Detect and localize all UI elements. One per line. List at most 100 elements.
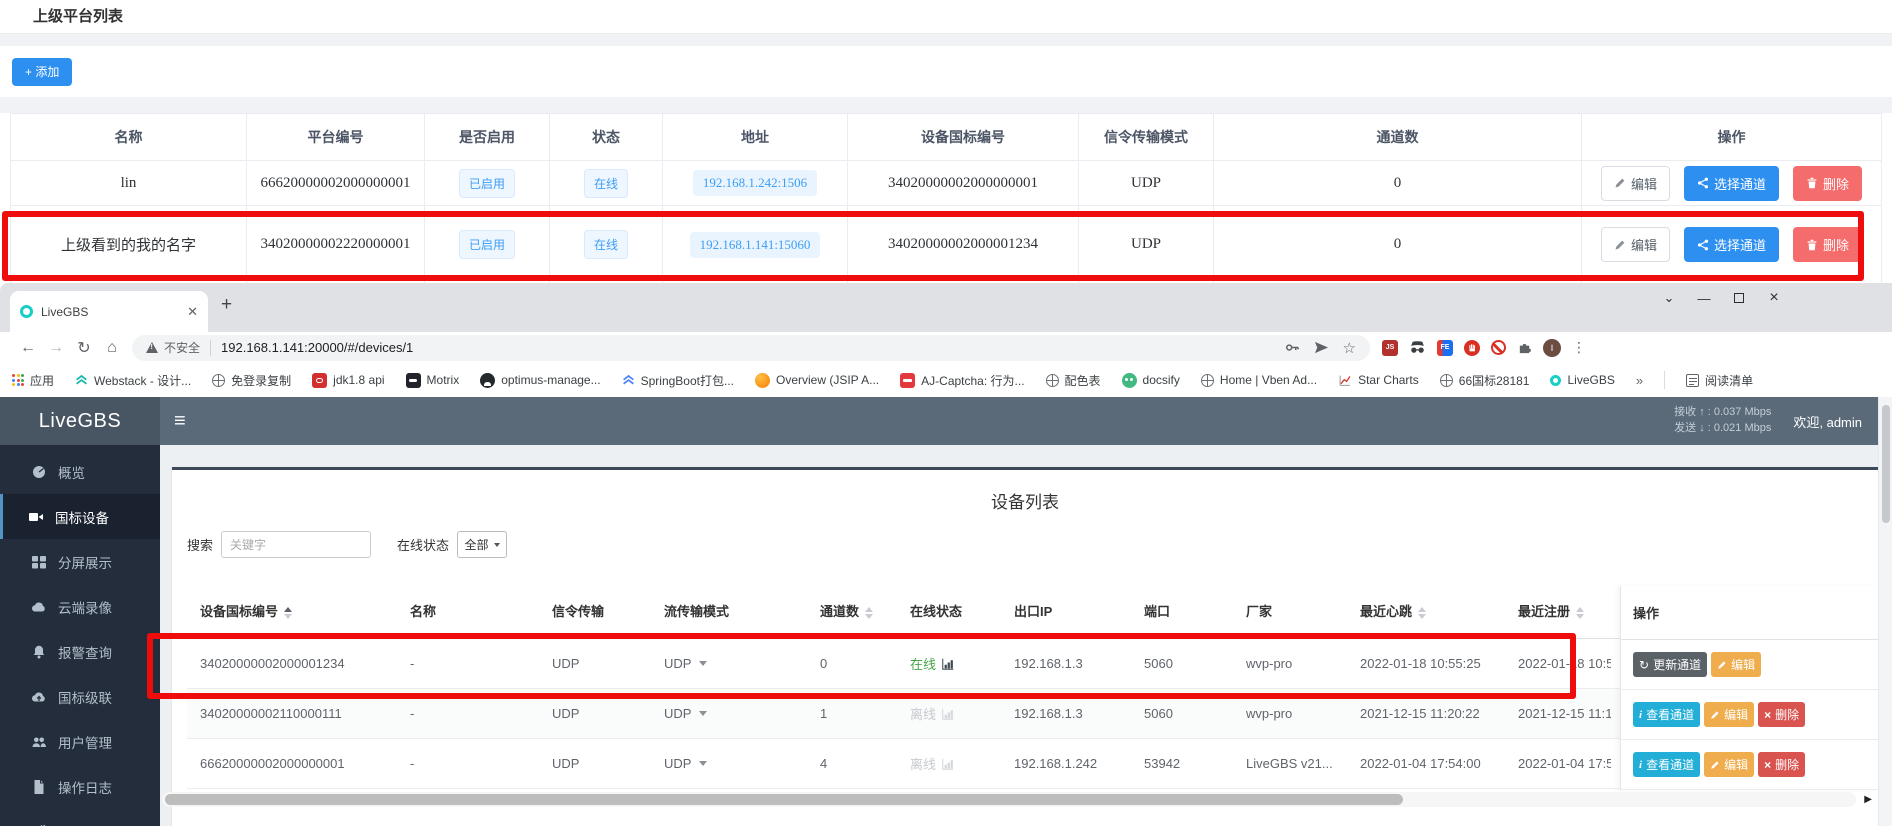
- browser-tab[interactable]: LiveGBS ✕: [10, 291, 208, 332]
- bar-chart-icon[interactable]: [942, 758, 954, 770]
- device-row: 34020000002110000111 - UDP UDP 1 离线 192.…: [187, 688, 1863, 738]
- pencil-icon: [1614, 239, 1626, 251]
- sidebar-item-overview[interactable]: 概览: [0, 449, 160, 494]
- edit-button[interactable]: 编辑: [1601, 227, 1670, 262]
- scrollbar-thumb[interactable]: [1882, 405, 1890, 523]
- back-icon[interactable]: ←: [14, 339, 42, 357]
- bookmark-github[interactable]: optimus-manage...: [480, 373, 600, 388]
- sidebar-item-operation-log[interactable]: 操作日志: [0, 764, 160, 809]
- search-input[interactable]: [221, 531, 371, 558]
- bookmark-overview-jsip[interactable]: Overview (JSIP A...: [755, 373, 879, 388]
- bookmark-springboot[interactable]: SpringBoot打包...: [622, 372, 734, 389]
- reading-list-button[interactable]: 阅读清单: [1686, 372, 1753, 389]
- toolbar: + 添加: [0, 46, 1892, 97]
- view-channels-button[interactable]: i查看通道: [1633, 702, 1700, 727]
- edit-button[interactable]: 编辑: [1704, 702, 1754, 727]
- apps-grid-icon: [12, 374, 24, 386]
- online-status-label: 在线状态: [397, 535, 449, 554]
- scrollbar-thumb[interactable]: [165, 794, 1403, 805]
- address-bar[interactable]: 不安全 192.168.1.141:20000/#/devices/1 ☆: [132, 335, 1370, 361]
- forward-icon[interactable]: →: [42, 339, 70, 357]
- delete-button[interactable]: 删除: [1793, 227, 1862, 262]
- vertical-scrollbar[interactable]: [1878, 397, 1892, 826]
- col-registered-sortable[interactable]: 最近注册: [1505, 584, 1611, 638]
- horizontal-scrollbar[interactable]: [162, 792, 1856, 807]
- col-device-id-sortable[interactable]: 设备国标编号: [187, 584, 397, 638]
- bookmark-vben[interactable]: Home | Vben Ad...: [1201, 373, 1317, 387]
- sidebar-toggle-icon[interactable]: ≡: [174, 397, 186, 445]
- online-status-select[interactable]: 全部: [457, 531, 507, 558]
- sidebar-item-user-management[interactable]: 用户管理: [0, 719, 160, 764]
- sidebar-item-gb-devices[interactable]: 国标设备: [0, 494, 160, 539]
- bell-icon: [31, 644, 47, 660]
- incognito-extension-icon[interactable]: [1409, 340, 1426, 355]
- device-list-card: 设备列表 搜索 在线状态 全部 设备国标编号 名称: [172, 467, 1878, 826]
- minimize-button[interactable]: —: [1697, 291, 1711, 306]
- col-heartbeat-sortable[interactable]: 最近心跳: [1347, 584, 1505, 638]
- sort-icon: [284, 607, 292, 619]
- edit-button[interactable]: 编辑: [1711, 652, 1761, 677]
- bookmark-color-table[interactable]: 配色表: [1046, 372, 1101, 389]
- blocker-hand-icon[interactable]: [1464, 340, 1480, 356]
- cell-channels: 0: [1214, 206, 1582, 284]
- filter-row: 搜索 在线状态 全部: [187, 531, 1863, 558]
- bookmark-gb28181[interactable]: 66国标28181: [1440, 372, 1530, 389]
- stream-mode-dropdown[interactable]: UDP: [651, 738, 807, 788]
- sidebar: 概览 国标设备 分屏展示 云端录像 报警查询 国标级联 用户管理 操作日志 基础…: [0, 445, 160, 826]
- sidebar-item-split-screen[interactable]: 分屏展示: [0, 539, 160, 584]
- bookmark-jdk-api[interactable]: jdk1.8 api: [312, 373, 384, 388]
- bar-chart-icon[interactable]: [942, 658, 954, 670]
- col-channels-sortable[interactable]: 通道数: [807, 584, 897, 638]
- bookmark-motrix[interactable]: Motrix: [406, 373, 460, 388]
- sidebar-item-cloud-record[interactable]: 云端录像: [0, 584, 160, 629]
- divider: [1664, 371, 1665, 389]
- tab-close-icon[interactable]: ✕: [187, 304, 198, 320]
- sidebar-item-gb-cascade[interactable]: 国标级联: [0, 674, 160, 719]
- bookmark-livegbs[interactable]: LiveGBS: [1550, 373, 1614, 387]
- bookmark-aj-captcha[interactable]: AJ-Captcha: 行为...: [900, 372, 1024, 389]
- delete-button[interactable]: ×删除: [1758, 752, 1805, 777]
- update-channels-button[interactable]: ↻更新通道: [1633, 652, 1707, 677]
- view-channels-button[interactable]: i查看通道: [1633, 752, 1700, 777]
- refresh-icon[interactable]: ↻: [70, 338, 98, 358]
- chevron-down-icon[interactable]: ⌄: [1662, 290, 1676, 306]
- bookmark-webstack[interactable]: Webstack - 设计...: [75, 372, 191, 389]
- device-list-title: 设备列表: [187, 470, 1863, 525]
- fe-extension-icon[interactable]: FE: [1437, 340, 1453, 356]
- app-logo[interactable]: LiveGBS: [0, 397, 160, 445]
- profile-avatar[interactable]: I: [1543, 339, 1561, 357]
- sidebar-item-alarm-query[interactable]: 报警查询: [0, 629, 160, 674]
- add-platform-button[interactable]: + 添加: [12, 58, 72, 86]
- delete-button[interactable]: ×删除: [1758, 702, 1805, 727]
- enabled-badge: 已启用: [459, 169, 515, 198]
- bookmark-apps[interactable]: 应用: [12, 372, 54, 389]
- select-channels-button[interactable]: 选择通道: [1684, 166, 1779, 201]
- edit-button[interactable]: 编辑: [1601, 166, 1670, 201]
- edit-button[interactable]: 编辑: [1704, 752, 1754, 777]
- stream-mode-dropdown[interactable]: UDP: [651, 688, 807, 738]
- enabled-badge: 已启用: [459, 230, 515, 259]
- select-channels-button[interactable]: 选择通道: [1684, 227, 1779, 262]
- bookmark-copy[interactable]: 免登录复制: [212, 372, 291, 389]
- welcome-user[interactable]: 欢迎, admin: [1793, 412, 1862, 431]
- puzzle-extensions-icon[interactable]: [1517, 340, 1532, 355]
- sidebar-item-basic-config[interactable]: 基础配置: [0, 809, 160, 826]
- scroll-right-arrow-icon[interactable]: ▶: [1864, 794, 1872, 805]
- home-icon[interactable]: ⌂: [98, 339, 126, 357]
- send-icon[interactable]: [1314, 340, 1329, 355]
- block-sign-icon[interactable]: [1491, 340, 1506, 355]
- bookmark-docsify[interactable]: docsify: [1122, 373, 1180, 388]
- platform-table: 名称 平台编号 是否启用 状态 地址 设备国标编号 信令传输模式 通道数 操作 …: [10, 113, 1882, 283]
- close-window-button[interactable]: ×: [1767, 289, 1781, 307]
- new-tab-button[interactable]: +: [221, 295, 232, 314]
- js-extension-icon[interactable]: JS: [1382, 340, 1398, 356]
- bookmarks-overflow-chevron[interactable]: »: [1636, 373, 1643, 388]
- stream-mode-dropdown[interactable]: UDP: [651, 638, 807, 688]
- star-icon[interactable]: ☆: [1343, 339, 1356, 357]
- browser-menu-icon[interactable]: ⋮: [1572, 339, 1586, 356]
- maximize-button[interactable]: [1732, 291, 1746, 306]
- key-icon[interactable]: [1285, 340, 1300, 355]
- bar-chart-icon[interactable]: [942, 708, 954, 720]
- delete-button[interactable]: 删除: [1793, 166, 1862, 201]
- bookmark-star-charts[interactable]: Star Charts: [1338, 373, 1419, 387]
